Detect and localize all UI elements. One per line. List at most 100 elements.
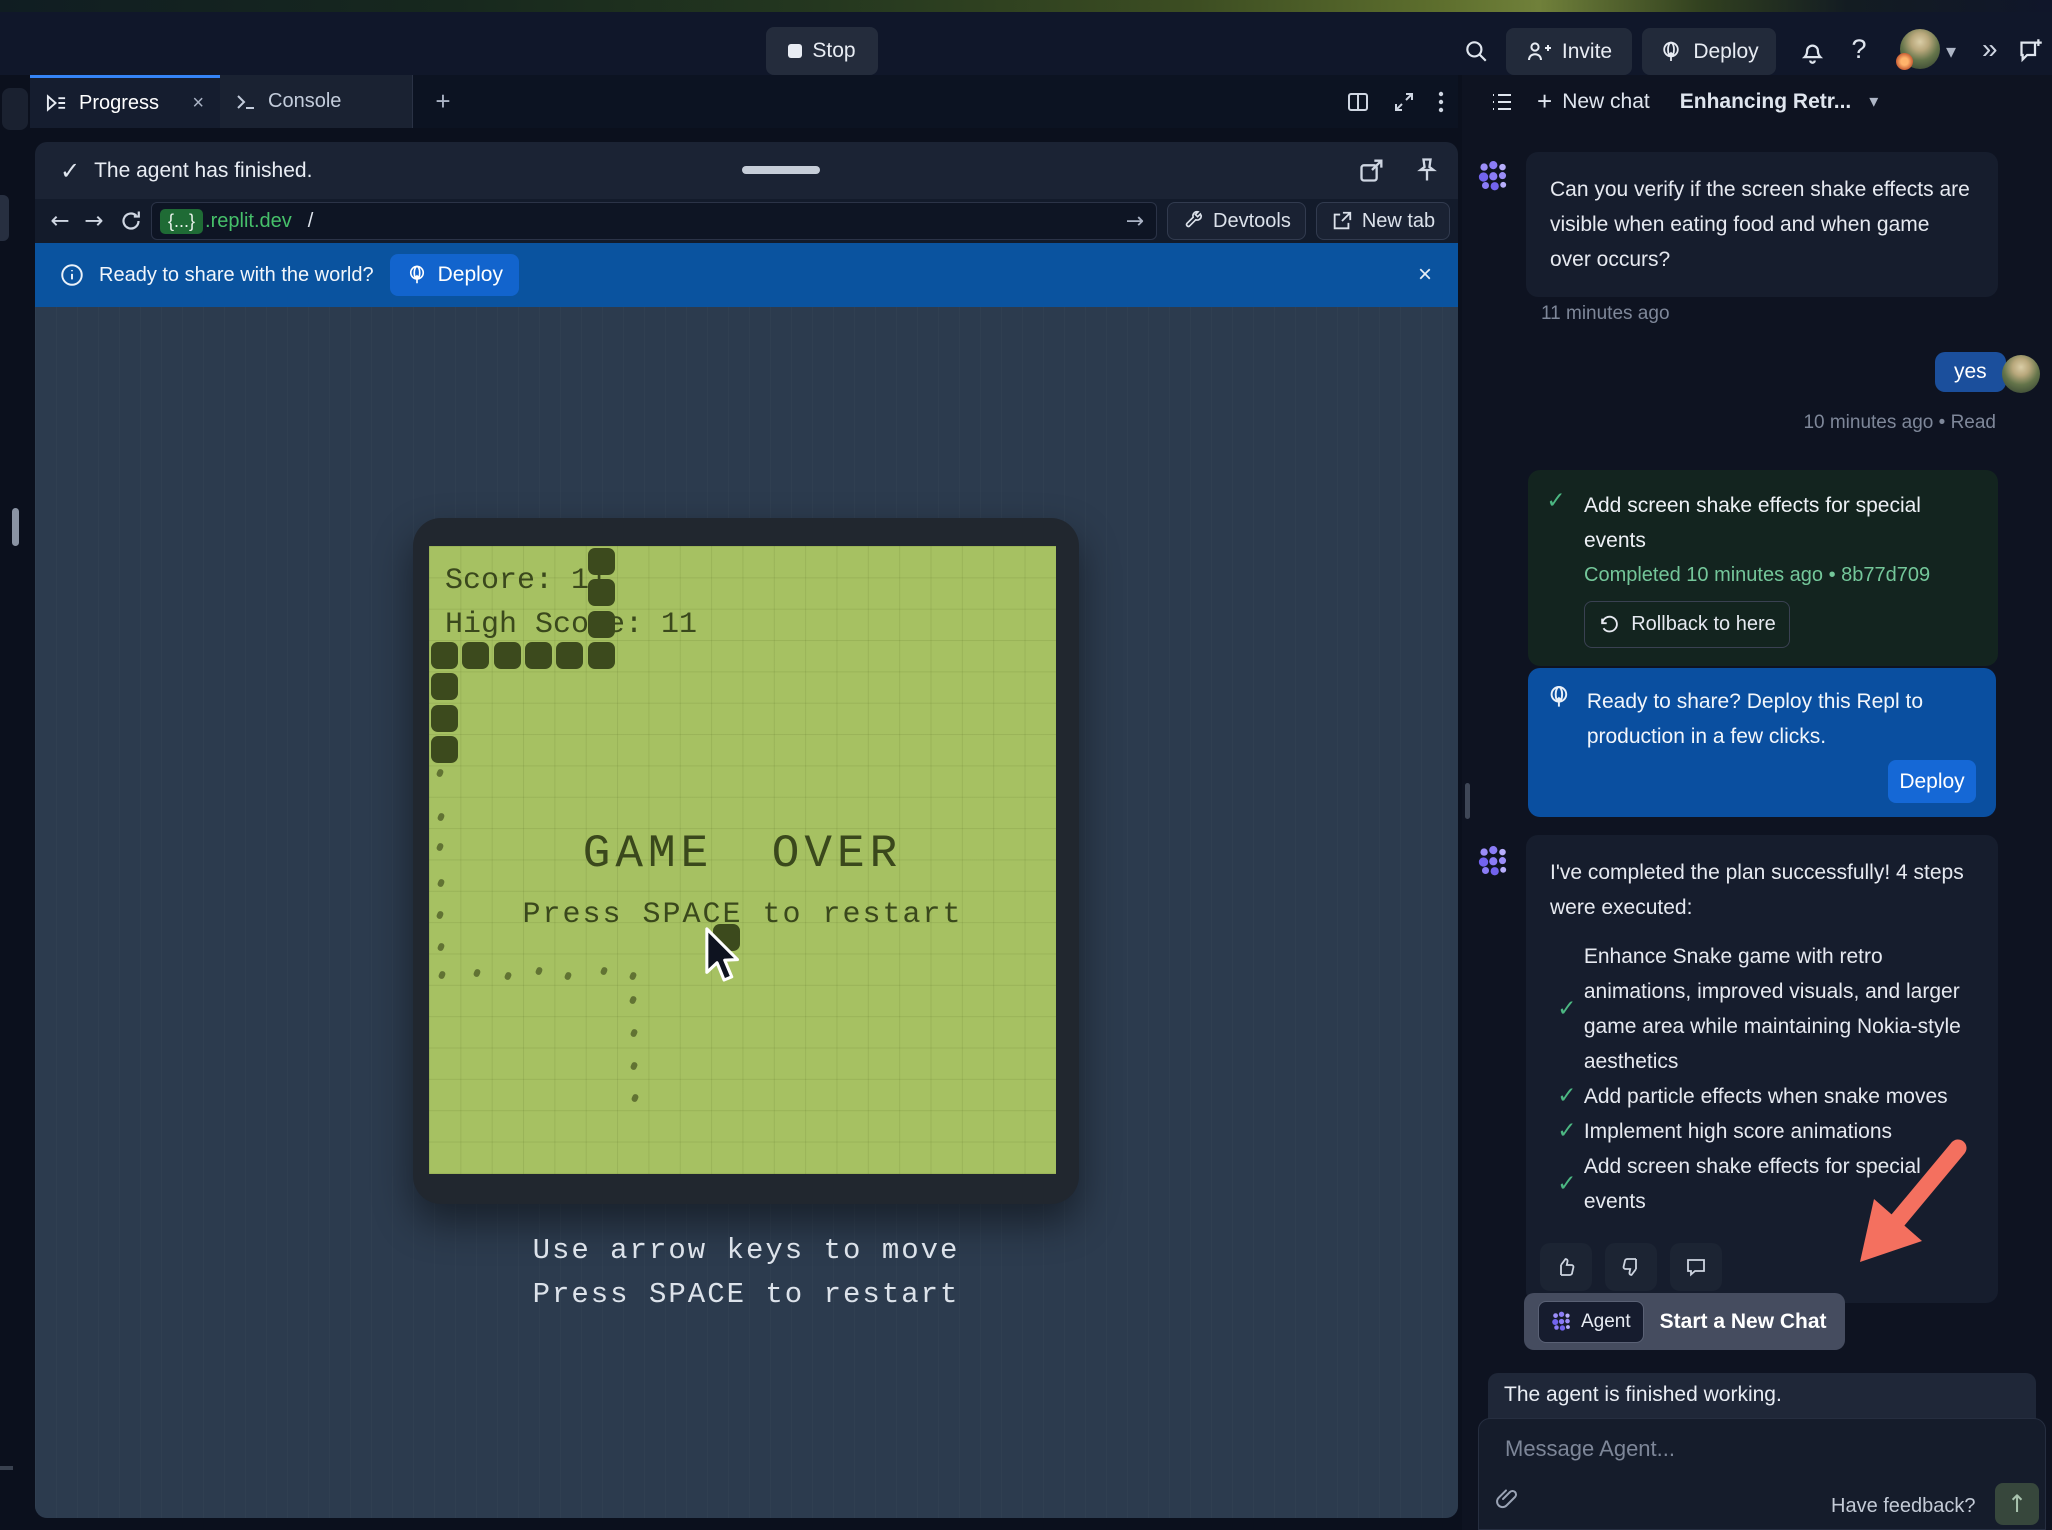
tab-strip: Progress × Console + (30, 75, 1458, 128)
invite-button[interactable]: Invite (1506, 28, 1632, 75)
deploy-button[interactable]: Deploy (1642, 28, 1776, 75)
pane-controls (1346, 75, 1458, 128)
new-chat-plus-icon[interactable]: + (1537, 86, 1552, 117)
particle (535, 966, 544, 976)
rollback-button[interactable]: Rollback to here (1584, 601, 1790, 648)
scrollbar-thumb[interactable] (1465, 783, 1470, 819)
add-tab-button[interactable]: + (413, 75, 473, 128)
user-avatar[interactable] (1900, 29, 1940, 69)
agent-pill-label: Agent (1581, 1311, 1631, 1333)
invite-label: Invite (1562, 40, 1612, 64)
rollback-label: Rollback to here (1631, 613, 1776, 636)
notifications-button[interactable] (1795, 34, 1829, 68)
chat-title[interactable]: Enhancing Retr... (1680, 90, 1852, 114)
message-input[interactable] (1503, 1435, 1947, 1463)
particle (629, 995, 638, 1005)
thumbs-up-icon (1554, 1255, 1578, 1279)
particle (629, 971, 638, 981)
deploy-globe-icon (1546, 684, 1572, 710)
snake-segment (588, 611, 615, 638)
expand-icon[interactable] (1392, 90, 1416, 114)
app-window: Stop Invite Deploy ? ▾ » (0, 0, 2052, 1530)
particle (504, 971, 513, 981)
game-screen[interactable]: Score: 11 High Score: 11 GAME OVER Press… (429, 546, 1056, 1174)
kebab-menu-icon[interactable] (1438, 90, 1444, 114)
deploy-label: Deploy (1693, 40, 1758, 64)
step-item: ✓ Add particle effects when snake moves (1550, 1079, 1974, 1114)
snake-segment (556, 642, 583, 669)
progress-tab-icon (46, 94, 67, 112)
agent-avatar (1477, 160, 1511, 194)
particle (438, 970, 447, 980)
thumbs-down-button[interactable] (1605, 1243, 1657, 1291)
help-button[interactable]: ? (1844, 30, 1874, 68)
rail-tab-handle[interactable] (2, 88, 28, 130)
pin-button[interactable] (1413, 156, 1443, 186)
info-icon (59, 262, 85, 288)
deploy-card-button[interactable]: Deploy (1888, 760, 1976, 803)
banner-close-icon[interactable]: × (1418, 261, 1432, 289)
console-tab-icon (236, 93, 256, 111)
chat-list-icon[interactable] (1489, 90, 1515, 114)
snake-segment (588, 579, 615, 606)
agent-avatar (1477, 845, 1511, 879)
preview-pane: ✓ The agent has finished. ← → {...} .rep… (35, 142, 1458, 1518)
url-bar[interactable]: {...} .replit.dev / → (151, 202, 1157, 240)
mouse-cursor (703, 926, 749, 988)
start-new-chat-cta[interactable]: Agent Start a New Chat (1524, 1293, 1845, 1350)
url-go-icon[interactable]: → (1126, 209, 1144, 234)
attach-button[interactable] (1495, 1485, 1525, 1519)
thumbs-down-icon (1619, 1255, 1643, 1279)
banner-deploy-label: Deploy (438, 263, 503, 287)
tab-progress-label: Progress (79, 92, 159, 115)
devtools-button[interactable]: Devtools (1167, 202, 1306, 240)
check-icon: ✓ (60, 157, 80, 185)
back-button[interactable]: ← (43, 208, 77, 234)
search-button[interactable] (1458, 33, 1494, 69)
chat-header: + New chat Enhancing Retr... ▾ (1462, 75, 2052, 128)
wrench-icon (1182, 210, 1204, 232)
open-in-window-button[interactable] (1358, 156, 1388, 186)
snake-segment (462, 642, 489, 669)
new-chat-label[interactable]: New chat (1562, 90, 1650, 114)
particle (600, 966, 609, 976)
drag-handle[interactable] (742, 166, 820, 174)
tab-close-icon[interactable]: × (192, 92, 204, 115)
panel-collapse-handle[interactable] (12, 508, 19, 546)
comment-button[interactable] (1670, 1243, 1722, 1291)
tab-console[interactable]: Console (220, 75, 413, 128)
chevron-down-icon[interactable]: ▾ (1946, 39, 1956, 64)
step-item: ✓ Enhance Snake game with retro animatio… (1550, 939, 1974, 1079)
refresh-icon[interactable] (119, 209, 143, 233)
particle (437, 878, 446, 888)
snake-segment (431, 736, 458, 763)
split-pane-icon[interactable] (1346, 90, 1370, 114)
particle (564, 971, 573, 981)
tab-progress[interactable]: Progress × (30, 75, 220, 128)
bell-icon (1799, 38, 1826, 65)
check-icon: ✓ (1550, 1167, 1584, 1202)
snake-segment (525, 642, 552, 669)
game-bezel: Score: 11 High Score: 11 GAME OVER Press… (413, 518, 1079, 1204)
high-score-text: High Score: 11 (445, 608, 697, 642)
new-tab-button[interactable]: New tab (1316, 202, 1450, 240)
banner-deploy-button[interactable]: Deploy (390, 254, 519, 296)
thumbs-up-button[interactable] (1540, 1243, 1592, 1291)
feedback-link[interactable]: Have feedback? (1831, 1495, 1976, 1518)
collapse-chevrons-icon[interactable]: » (1982, 33, 1995, 65)
check-icon: ✓ (1550, 1114, 1584, 1149)
agent-message: Can you verify if the screen shake effec… (1526, 152, 1998, 297)
chat-plus-icon (2017, 37, 2044, 64)
rail-notch (0, 195, 9, 241)
tab-console-label: Console (268, 90, 341, 113)
chevron-down-icon[interactable]: ▾ (1869, 91, 1878, 112)
send-button[interactable]: ↑ (1995, 1483, 2039, 1525)
url-host: .replit.dev (205, 210, 292, 233)
new-comment-button[interactable] (2014, 34, 2046, 66)
particle (630, 1061, 639, 1071)
stop-button[interactable]: Stop (766, 27, 878, 75)
external-link-icon (1331, 210, 1353, 232)
snake-segment (431, 673, 458, 700)
agent-chat-panel: + New chat Enhancing Retr... ▾ Can you v… (1462, 75, 2052, 1530)
forward-button[interactable]: → (77, 208, 111, 234)
